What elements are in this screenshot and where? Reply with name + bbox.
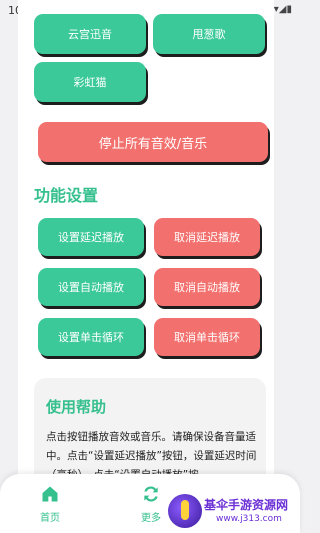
set-delay-button[interactable]: 设置延迟播放 (38, 218, 144, 256)
nav-home-label: 首页 (40, 513, 60, 524)
watermark-emblem-icon (168, 494, 202, 528)
home-icon (42, 486, 58, 502)
set-auto-button[interactable]: 设置自动播放 (38, 268, 144, 306)
help-title: 使用帮助 (46, 398, 107, 416)
stop-all-button[interactable]: 停止所有音效/音乐 (38, 122, 268, 162)
settings-title: 功能设置 (34, 186, 99, 205)
watermark-title: 基伞手游资源网 (204, 498, 289, 512)
sound-button-yungong[interactable]: 云宫迅音 (34, 14, 146, 54)
cancel-auto-button[interactable]: 取消自动播放 (154, 268, 260, 306)
sound-button-caihongmao[interactable]: 彩虹猫 (34, 62, 146, 102)
cancel-delay-button[interactable]: 取消延迟播放 (154, 218, 260, 256)
more-icon (144, 486, 158, 502)
watermark-url: www.j313.com (216, 514, 282, 524)
cancel-loop-button[interactable]: 取消单击循环 (154, 318, 260, 356)
nav-home[interactable]: 首页 (20, 484, 80, 524)
sound-button-shuaicong[interactable]: 甩葱歌 (153, 14, 265, 54)
status-icons: ▾◢▮ (273, 4, 292, 15)
set-loop-button[interactable]: 设置单击循环 (38, 318, 144, 356)
watermark-logo: 基伞手游资源网 www.j313.com (168, 494, 298, 530)
